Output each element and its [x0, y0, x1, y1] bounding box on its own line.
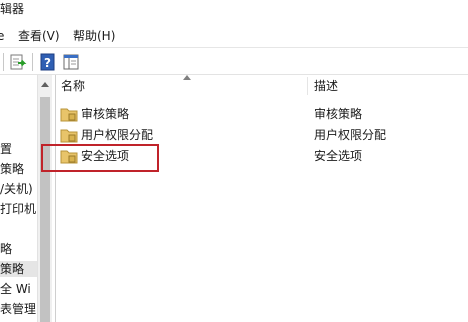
- tree-item-selected[interactable]: 策略: [0, 261, 37, 277]
- list-pane: 名称 描述 审核策略 审核策略 用户权限分配 用户权限分配 安全选项 安全选项: [57, 75, 468, 322]
- tree-item[interactable]: 略: [0, 241, 12, 257]
- toolbar-separator: [32, 53, 33, 71]
- menu-help[interactable]: 帮助(H): [73, 28, 115, 44]
- tree-item[interactable]: 置: [0, 141, 12, 157]
- tree-item[interactable]: /关机): [0, 181, 33, 197]
- scroll-up-arrow-icon[interactable]: [41, 82, 49, 87]
- row-name: 用户权限分配: [81, 128, 154, 142]
- sort-up-arrow-icon: [183, 75, 191, 80]
- scrollbar-thumb[interactable]: [40, 97, 50, 322]
- window-title: 辑器: [0, 2, 25, 16]
- menu-bar: e 查看(V) 帮助(H): [0, 25, 468, 47]
- tree-scrollbar[interactable]: [37, 75, 52, 322]
- column-header-name[interactable]: 名称: [61, 75, 85, 97]
- folder-icon: [60, 127, 78, 143]
- export-list-icon[interactable]: [9, 53, 27, 71]
- help-icon[interactable]: ?: [39, 53, 57, 71]
- annotation-highlight-box: [41, 144, 159, 172]
- toolbar-separator: [3, 53, 4, 71]
- row-description: 用户权限分配: [314, 128, 387, 142]
- svg-text:?: ?: [44, 56, 51, 70]
- tree-item[interactable]: 打印机: [0, 201, 36, 217]
- folder-icon: [60, 106, 78, 122]
- tree-item[interactable]: 策略: [0, 161, 24, 177]
- title-bar: 辑器: [0, 0, 468, 25]
- list-row-user-rights-assignment[interactable]: 用户权限分配 用户权限分配: [57, 125, 468, 145]
- tree-item[interactable]: 表管理: [0, 301, 36, 317]
- column-header-description[interactable]: 描述: [314, 75, 338, 97]
- row-name: 审核策略: [81, 107, 130, 121]
- row-description: 安全选项: [314, 149, 363, 163]
- row-description: 审核策略: [314, 107, 363, 121]
- column-divider[interactable]: [307, 77, 308, 95]
- menu-action[interactable]: e: [0, 28, 4, 44]
- list-row-audit-policy[interactable]: 审核策略 审核策略: [57, 104, 468, 124]
- menu-view[interactable]: 查看(V): [18, 28, 60, 44]
- tree-item[interactable]: 全 Wi: [0, 281, 31, 297]
- toolbar: ?: [0, 47, 468, 75]
- show-hide-pane-icon[interactable]: [62, 53, 80, 71]
